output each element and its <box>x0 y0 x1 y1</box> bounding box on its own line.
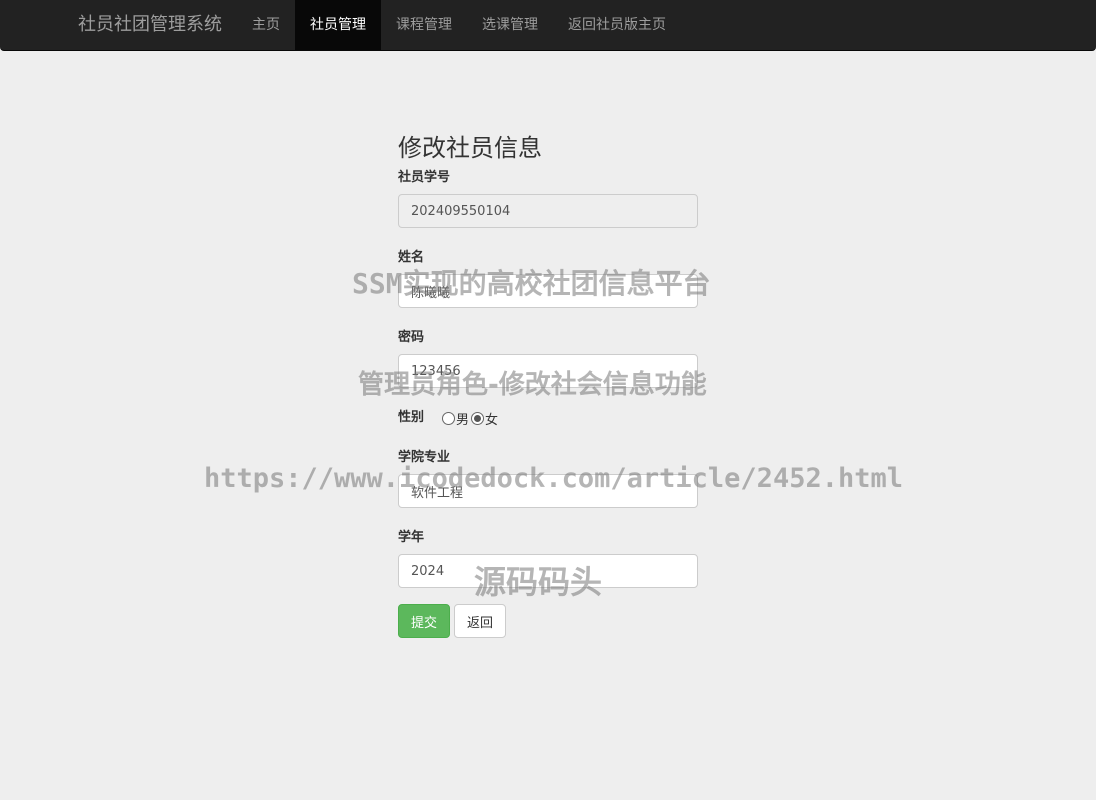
password-label: 密码 <box>398 330 425 345</box>
gender-male-label: 男 <box>456 412 470 428</box>
password-group: 密码 <box>398 328 698 388</box>
nav-menu: 主页 社员管理 课程管理 选课管理 返回社员版主页 <box>237 0 681 50</box>
gender-female-radio[interactable] <box>471 411 485 425</box>
nav-item-enrollment-management[interactable]: 选课管理 <box>467 0 553 50</box>
name-input[interactable] <box>398 274 698 308</box>
gender-group: 性别 男 女 <box>398 408 698 428</box>
gender-option-female[interactable]: 女 <box>471 409 498 428</box>
gender-option-male[interactable]: 男 <box>442 409 469 428</box>
year-input[interactable] <box>398 554 698 588</box>
gender-female-label: 女 <box>485 412 499 428</box>
year-label: 学年 <box>398 530 425 545</box>
student-id-group: 社员学号 <box>398 168 698 228</box>
year-group: 学年 <box>398 528 698 588</box>
major-label: 学院专业 <box>398 450 451 465</box>
edit-member-form: 修改社员信息 社员学号 姓名 密码 性别 男 女 学院专业 学年 提交 返回 <box>398 128 698 638</box>
form-actions: 提交 返回 <box>398 604 698 638</box>
nav-item-course-management[interactable]: 课程管理 <box>381 0 467 50</box>
password-input[interactable] <box>398 354 698 388</box>
submit-button[interactable]: 提交 <box>398 604 451 638</box>
nav-item-home[interactable]: 主页 <box>237 0 295 50</box>
navbar-brand[interactable]: 社员社团管理系统 <box>78 0 222 50</box>
nav-item-member-management[interactable]: 社员管理 <box>295 0 381 50</box>
gender-male-radio[interactable] <box>442 411 456 425</box>
major-group: 学院专业 <box>398 448 698 508</box>
top-navbar: 社员社团管理系统 主页 社员管理 课程管理 选课管理 返回社员版主页 <box>0 0 1096 51</box>
nav-item-back-to-member-home[interactable]: 返回社员版主页 <box>553 0 681 50</box>
form-title: 修改社员信息 <box>398 134 542 162</box>
student-id-input[interactable] <box>398 194 698 228</box>
gender-label: 性别 <box>398 410 425 425</box>
major-input[interactable] <box>398 474 698 508</box>
name-group: 姓名 <box>398 248 698 308</box>
student-id-label: 社员学号 <box>398 170 451 185</box>
back-button[interactable]: 返回 <box>454 604 507 638</box>
name-label: 姓名 <box>398 250 425 265</box>
